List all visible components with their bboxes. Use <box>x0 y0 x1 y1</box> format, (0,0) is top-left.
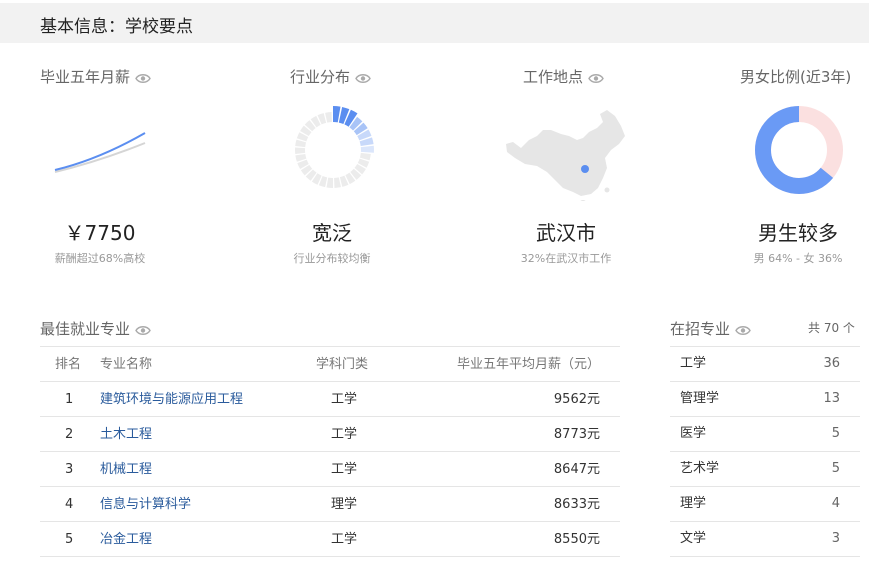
gender-value: 男生较多 <box>758 221 838 245</box>
salary-value: ￥7750 <box>64 221 136 245</box>
salary-title-text: 毕业五年月薪 <box>40 68 131 86</box>
location-title-text: 工作地点 <box>523 68 584 86</box>
discipline-count: 4 <box>831 496 840 511</box>
discipline-name: 管理学 <box>680 391 720 406</box>
eye-icon[interactable] <box>735 322 751 340</box>
industry-ring-segment <box>325 112 332 123</box>
industry-ring-segment <box>359 152 371 161</box>
eye-icon[interactable] <box>588 70 604 88</box>
discipline-count: 13 <box>823 391 840 406</box>
table-row: 2 土木工程 工学 8773元 <box>40 417 620 452</box>
industry-sub: 行业分布较均衡 <box>293 252 371 265</box>
row-category: 工学 <box>331 392 358 407</box>
enrolling-majors-title-text: 在招专业 <box>670 320 731 338</box>
row-category: 工学 <box>331 462 358 477</box>
header-salary: 毕业五年平均月薪（元） <box>456 357 600 372</box>
location-marker <box>581 165 589 173</box>
section-header: 基本信息：学校要点 <box>0 3 869 43</box>
row-category: 工学 <box>331 532 358 547</box>
industry-ring-segment <box>334 177 341 188</box>
gender-title-text: 男女比例(近3年) <box>740 68 852 86</box>
major-link[interactable]: 土木工程 <box>100 417 152 452</box>
salary-trend-chart <box>54 132 146 173</box>
row-rank: 4 <box>65 497 74 512</box>
row-rank: 3 <box>65 462 74 477</box>
list-item[interactable]: 管理学 13 <box>670 382 860 417</box>
table-row: 4 信息与计算科学 理学 8633元 <box>40 487 620 522</box>
china-map-island-taiwan <box>604 187 610 193</box>
best-majors-table-header: 排名 专业名称 学科门类 毕业五年平均月薪（元） <box>40 346 620 382</box>
table-row: 5 冶金工程 工学 8550元 <box>40 522 620 557</box>
list-item[interactable]: 医学 5 <box>670 417 860 452</box>
china-map-shape <box>506 110 625 196</box>
row-salary: 8550元 <box>553 532 600 547</box>
major-link[interactable]: 冶金工程 <box>100 522 152 557</box>
eye-icon[interactable] <box>135 70 151 88</box>
industry-title: 行业分布 <box>290 66 371 88</box>
major-link[interactable]: 信息与计算科学 <box>100 487 191 522</box>
gender-donut-chart <box>755 106 843 194</box>
location-sub: 32%在武汉市工作 <box>520 252 612 265</box>
industry-ring-segment <box>295 139 307 148</box>
industry-title-text: 行业分布 <box>290 68 351 86</box>
row-category: 工学 <box>331 427 358 442</box>
major-link[interactable]: 建筑环境与能源应用工程 <box>100 382 243 417</box>
industry-value: 宽泛 <box>312 221 352 245</box>
list-item[interactable]: 艺术学 5 <box>670 452 860 487</box>
enrolling-majors-title: 在招专业 <box>670 318 751 340</box>
list-item[interactable]: 文学 3 <box>670 522 860 557</box>
discipline-count: 36 <box>823 356 840 371</box>
china-map <box>506 110 625 201</box>
salary-trend-line <box>54 132 146 171</box>
discipline-name: 医学 <box>680 426 707 441</box>
discipline-count: 5 <box>831 461 840 476</box>
row-rank: 5 <box>65 532 74 547</box>
table-row: 3 机械工程 工学 8647元 <box>40 452 620 487</box>
discipline-name: 文学 <box>680 531 707 546</box>
row-rank: 1 <box>65 392 74 407</box>
header-name: 专业名称 <box>100 357 153 372</box>
location-title: 工作地点 <box>523 66 604 88</box>
salary-trend-line-compare <box>54 142 146 173</box>
location-value: 武汉市 <box>536 221 596 245</box>
salary-sub: 薪酬超过68%高校 <box>54 252 146 265</box>
eye-icon[interactable] <box>355 70 371 88</box>
row-rank: 2 <box>65 427 74 442</box>
industry-ring-segment <box>333 106 341 123</box>
industry-ring-segment <box>360 145 374 153</box>
page-title: 基本信息：学校要点 <box>40 17 193 37</box>
header-category: 学科门类 <box>316 357 369 372</box>
gender-title: 男女比例(近3年) <box>740 66 851 87</box>
row-salary: 9562元 <box>553 392 600 407</box>
row-salary: 8773元 <box>553 427 600 442</box>
enrolling-total: 共 70 个 <box>808 321 855 335</box>
best-majors-title-text: 最佳就业专业 <box>40 320 131 338</box>
discipline-name: 工学 <box>680 356 707 371</box>
discipline-count: 5 <box>831 426 840 441</box>
best-majors-title: 最佳就业专业 <box>40 318 151 340</box>
header-rank: 排名 <box>55 357 82 372</box>
discipline-name: 理学 <box>680 496 707 511</box>
eye-icon[interactable] <box>135 322 151 340</box>
list-item[interactable]: 理学 4 <box>670 487 860 522</box>
salary-title: 毕业五年月薪 <box>40 66 151 88</box>
major-link[interactable]: 机械工程 <box>100 452 152 487</box>
row-salary: 8633元 <box>553 497 600 512</box>
gender-sub: 男 64% - 女 36% <box>753 252 843 265</box>
china-map-island-hainan <box>580 200 586 201</box>
list-item[interactable]: 工学 36 <box>670 346 860 382</box>
row-category: 理学 <box>331 497 358 512</box>
row-salary: 8647元 <box>553 462 600 477</box>
discipline-name: 艺术学 <box>680 461 720 476</box>
discipline-count: 3 <box>831 531 840 546</box>
industry-distribution-chart <box>295 106 374 188</box>
industry-ring-segment <box>295 147 306 154</box>
industry-ring-segment <box>326 177 333 188</box>
table-row: 1 建筑环境与能源应用工程 工学 9562元 <box>40 382 620 417</box>
